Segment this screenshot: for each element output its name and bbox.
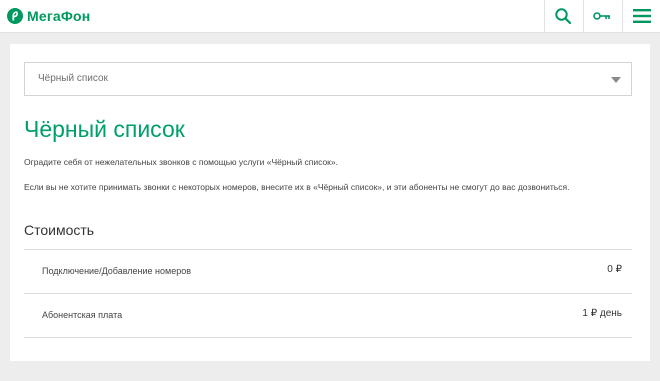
- price-row-label: Подключение/Добавление номеров: [42, 266, 192, 276]
- price-row-value: 1 ₽ день: [582, 308, 622, 319]
- key-icon: [593, 12, 610, 20]
- top-header: МегаФон: [0, 0, 660, 33]
- price-row: Подключение/Добавление номеров 0 ₽: [24, 249, 632, 293]
- service-select[interactable]: Чёрный список: [24, 62, 632, 96]
- login-button[interactable]: [583, 0, 620, 32]
- description-line-1: Оградите себя от нежелательных звонков с…: [24, 157, 338, 167]
- page-title: Чёрный список: [24, 116, 185, 142]
- description-line-2: Если вы не хотите принимать звонки с нек…: [24, 182, 570, 192]
- megafon-logo[interactable]: МегаФон: [7, 6, 90, 26]
- cost-section-title: Стоимость: [24, 222, 95, 238]
- price-row-label: Абонентская плата: [42, 310, 123, 320]
- service-select-value: Чёрный список: [38, 73, 108, 84]
- menu-icon: [633, 9, 651, 23]
- table-divider: [24, 337, 632, 381]
- megafon-logo-icon: [7, 8, 23, 24]
- search-icon: [555, 8, 572, 25]
- chevron-down-icon: [611, 77, 621, 83]
- price-row: Абонентская плата 1 ₽ день: [24, 293, 632, 337]
- search-button[interactable]: [544, 0, 581, 32]
- brand-name: МегаФон: [27, 8, 91, 24]
- price-row-value: 0 ₽: [607, 264, 622, 275]
- menu-button[interactable]: [622, 0, 660, 32]
- content-card: Чёрный список Чёрный список Оградите себ…: [10, 44, 650, 361]
